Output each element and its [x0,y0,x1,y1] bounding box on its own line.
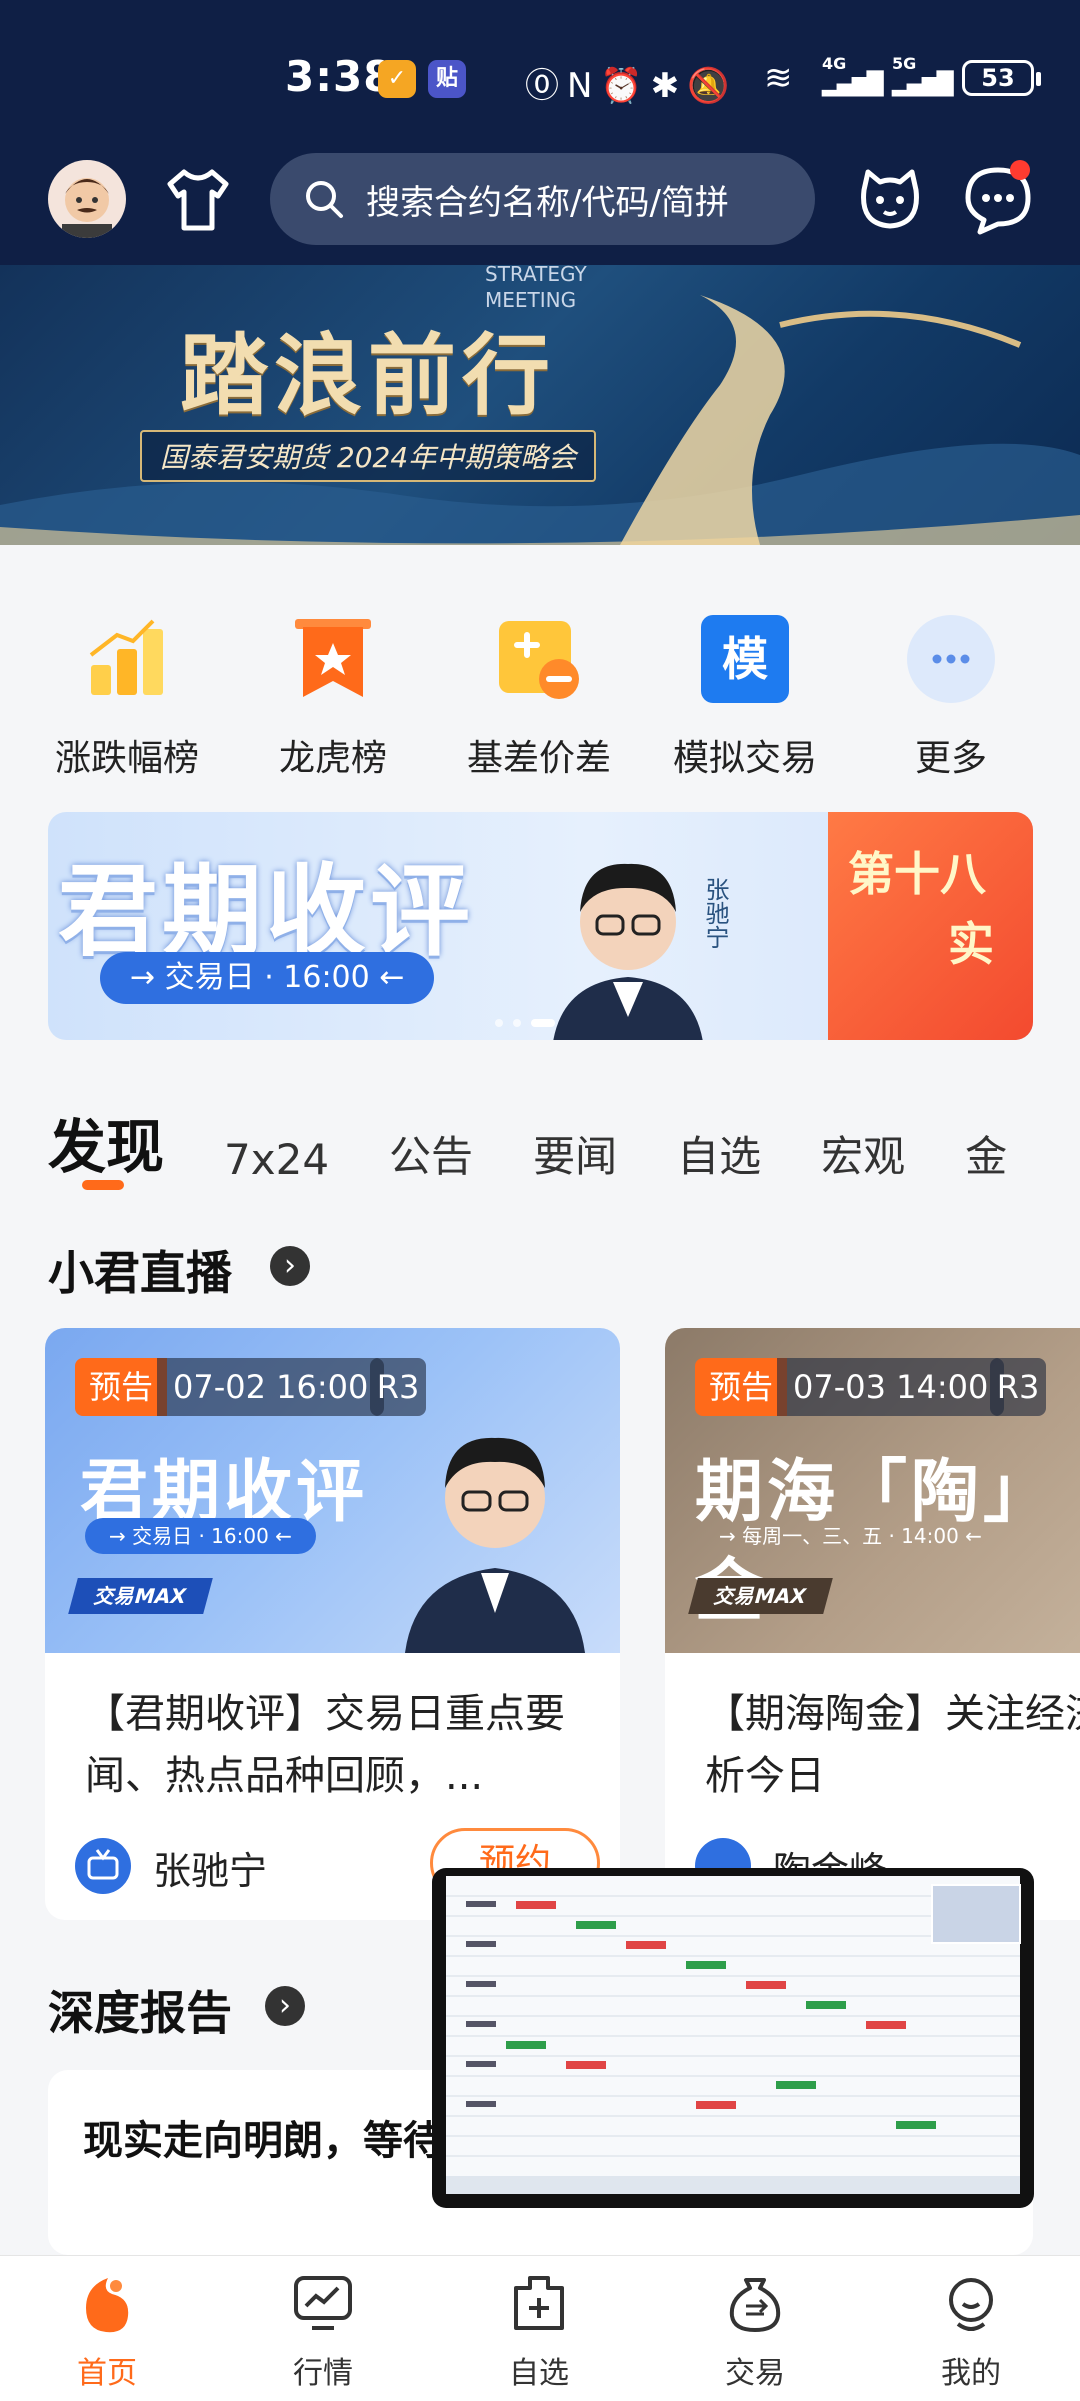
preview-tag: 预告 [75,1358,168,1416]
preview-tag: 预告 [695,1358,788,1416]
taskbar [446,2176,1020,2194]
carousel-dot-active [531,1019,555,1027]
nav-home[interactable]: 首页 [27,2268,187,2392]
ribbon-icon [289,615,377,703]
market-icon [288,2268,358,2338]
nav-market[interactable]: 行情 [243,2268,403,2392]
nav-label: 首页 [77,2356,137,2391]
nav-label: 我的 [941,2356,1001,2391]
live-card[interactable]: 君期收评 → 交易日 · 16:00 ← 交易MAX 预告 07-02 16:0… [45,1328,620,1920]
home-icon [72,2268,142,2338]
signal-4g-label: 4G [822,54,847,73]
status-icons: ⓪N⏰✱🔕 [525,66,738,106]
tab-gold[interactable]: 金 [965,1123,1007,1180]
live-time: 07-03 14:00 [777,1358,1005,1416]
signal-icon: ▂▄▆█ [892,72,954,97]
tab-headlines[interactable]: 要闻 [533,1123,617,1180]
risk-level-badge: R3 [370,1358,426,1416]
quick-item-sim-trading[interactable]: 模 模拟交易 [645,615,845,781]
search-bar[interactable]: 搜索合约名称/代码/简拼 [270,153,815,245]
cover-badge: 交易MAX [688,1578,833,1614]
nav-label: 行情 [293,2356,353,2391]
presenter-camera-thumbnail [931,1884,1021,1944]
report-section-title[interactable]: 深度报告 [48,1977,232,2043]
profile-icon [936,2268,1006,2338]
app-notification-icon: ✓ [378,60,416,98]
tab-announcements[interactable]: 公告 [389,1123,473,1180]
risk-level-badge: R3 [990,1358,1046,1416]
banner-subtitle: 国泰君安期货 2024年中期策略会 [140,430,597,482]
plus-minus-icon [495,615,583,703]
more-icon [907,615,995,703]
quick-label: 更多 [914,738,987,779]
promo-carousel[interactable]: 君期收评 → 交易日 · 16:00 ← 张驰宁 第十八 实 [48,812,1033,1040]
nav-trade[interactable]: 交易 [675,2268,835,2392]
pet-mascot-icon[interactable] [850,160,930,240]
quick-item-basis-spread[interactable]: 基差价差 [439,615,639,781]
chevron-right-icon[interactable]: › [265,1986,305,2026]
hero-banner[interactable]: STRATEGY MEETING 踏浪前行 国泰君安期货 2024年中期策略会 [0,265,1080,545]
search-placeholder: 搜索合约名称/代码/简拼 [366,183,729,223]
promo-next-slide: 第十八 实 [828,812,1033,1040]
carousel-dot [495,1019,503,1027]
live-section-title[interactable]: 小君直播 [48,1237,232,1303]
nav-label: 自选 [509,2356,569,2391]
tv-icon [75,1838,131,1894]
carousel-dots [495,1012,565,1031]
chevron-right-icon[interactable]: › [270,1246,310,1286]
active-tab-indicator [82,1180,124,1190]
quick-label: 龙虎榜 [278,738,387,779]
promo-next-text: 第十八 [848,847,986,901]
host-author: 张驰宁 [153,1849,268,1893]
signal-icon: ▂▄▆█ [822,72,884,97]
tab-7x24[interactable]: 7x24 [224,1135,329,1180]
quick-item-more[interactable]: 更多 [851,615,1051,781]
cover-schedule: → 每周一、三、五 · 14:00 ← [719,1524,982,1548]
promo-next-text2: 实 [948,917,994,971]
quick-item-gainers[interactable]: 涨跌幅榜 [27,615,227,781]
live-card[interactable]: 期海「陶」金 → 每周一、三、五 · 14:00 ← 交易MAX 预告 07-0… [665,1328,1080,1920]
video-content [446,1876,1021,2194]
nav-profile[interactable]: 我的 [891,2268,1051,2392]
quick-item-dragon-tiger[interactable]: 龙虎榜 [233,615,433,781]
live-card-description: 【期海陶金】关注经济热点，解析今日 [705,1691,1080,1799]
tab-macro[interactable]: 宏观 [821,1123,905,1180]
tshirt-icon[interactable] [160,162,236,238]
nav-label: 交易 [725,2356,785,2391]
cover-schedule: → 交易日 · 16:00 ← [85,1518,316,1554]
bar-chart-icon [83,615,171,703]
wifi-icon: ≋ [764,58,793,98]
tab-discover[interactable]: 发现 [48,1100,164,1180]
quick-label: 模拟交易 [672,738,817,779]
status-bar: 3:38 ✓ 贴 ⓪N⏰✱🔕 ≋ 4G ▂▄▆█ 5G ▂▄▆█ 53 [0,0,1080,150]
quick-label: 基差价差 [466,738,611,779]
promo-schedule-pill: → 交易日 · 16:00 ← [100,952,435,1004]
user-avatar[interactable] [48,160,126,238]
trade-icon [720,2268,790,2338]
host-portrait [405,1437,585,1653]
tab-watchlist[interactable]: 自选 [677,1123,761,1180]
quick-label: 涨跌幅榜 [54,738,199,779]
mo-icon: 模 [701,615,789,703]
cover-badge: 交易MAX [68,1578,213,1614]
battery-indicator: 53 [962,60,1041,96]
content-tabs: 发现 7x24 公告 要闻 自选 宏观 金 [48,1100,1080,1180]
live-card-description: 【君期收评】交易日重点要闻、热点品种回顾，... [85,1691,565,1799]
carousel-dot [513,1019,521,1027]
watchlist-icon [504,2268,574,2338]
banner-title: 踏浪前行 [180,323,557,427]
app-notification-icon: 贴 [428,60,466,98]
search-icon [302,177,346,221]
live-time: 07-02 16:00 [157,1358,385,1416]
nav-watchlist[interactable]: 自选 [459,2268,619,2392]
signal-5g-label: 5G [892,54,917,73]
mo-glyph: 模 [722,632,768,686]
host-name: 张驰宁 [701,877,729,949]
floating-video-window[interactable] [432,1868,1034,2208]
unread-badge [1010,160,1030,180]
